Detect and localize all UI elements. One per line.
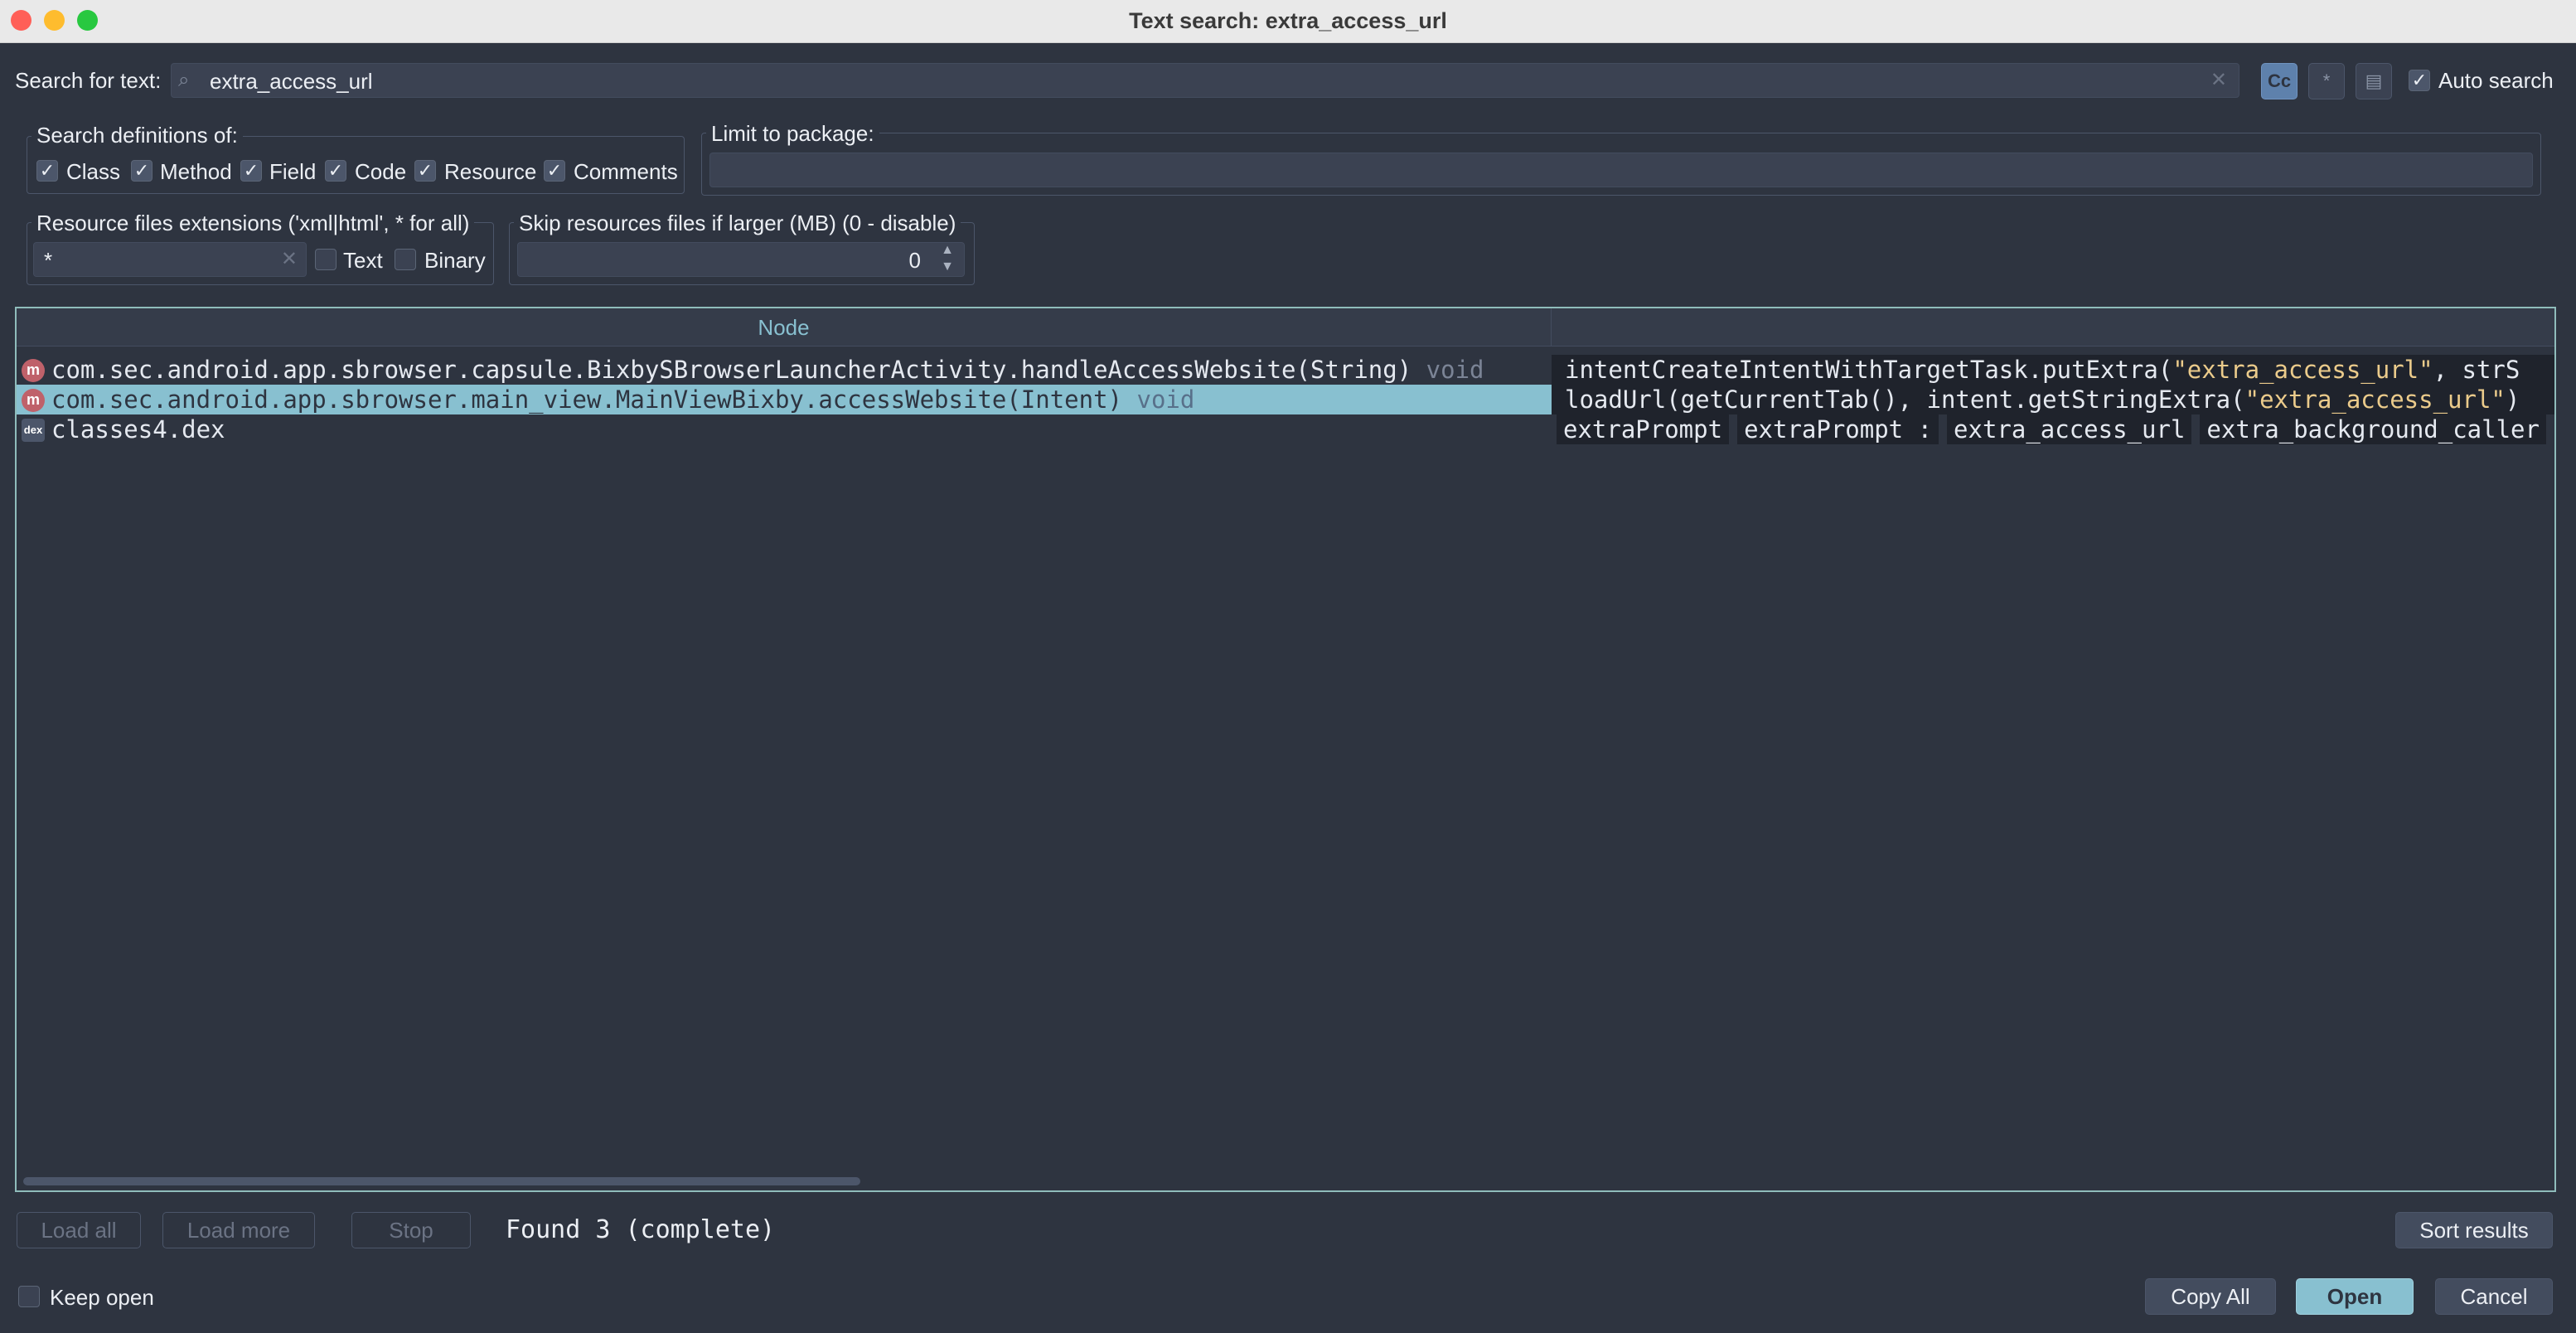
active-tab-icon: ▤: [2365, 70, 2383, 91]
row-node-cell[interactable]: m com.sec.android.app.sbrowser.capsule.B…: [17, 355, 1552, 385]
search-input-value: extra_access_url: [210, 69, 373, 94]
comments-label: Comments: [574, 159, 678, 184]
horizontal-scrollbar[interactable]: [23, 1177, 860, 1185]
status-text: Found 3 (complete): [506, 1215, 776, 1244]
skip-size-value: 0: [908, 248, 921, 273]
row-node-cell[interactable]: m com.sec.android.app.sbrowser.main_view…: [17, 385, 1552, 414]
auto-search-checkbox[interactable]: ✓: [2409, 70, 2430, 91]
row-node-text: com.sec.android.app.sbrowser.main_view.M…: [51, 385, 1195, 414]
match-highlight: "extra_access_url": [2244, 385, 2506, 414]
comments-checkbox[interactable]: ✓: [544, 160, 565, 182]
active-tab-button[interactable]: ▤: [2356, 63, 2392, 99]
clear-icon[interactable]: ✕: [281, 247, 298, 271]
method-checkbox[interactable]: ✓: [131, 160, 153, 182]
match-highlight: "extra_access_url": [2172, 356, 2433, 384]
table-row[interactable]: dex classes4.dex extraPrompt extraPrompt …: [17, 414, 2554, 444]
spinner-down-icon[interactable]: ▼: [941, 259, 954, 274]
row-code-cell: loadUrl(getCurrentTab(), intent.getStrin…: [1552, 385, 2554, 414]
spinner-up-icon[interactable]: ▲: [941, 243, 954, 258]
code-chip: extraPrompt :: [1737, 414, 1939, 444]
open-button[interactable]: Open: [2296, 1278, 2414, 1315]
row-node-cell[interactable]: dex classes4.dex: [17, 414, 1552, 444]
regex-icon: *: [2322, 70, 2331, 91]
window-title: Text search: extra_access_url: [1129, 8, 1447, 33]
code-chip: extraPrompt: [1557, 414, 1730, 444]
search-definitions-legend: Search definitions of:: [31, 123, 243, 148]
row-code-cell: extraPrompt extraPrompt : extra_access_url…: [1552, 414, 2554, 444]
limit-package-legend: Limit to package:: [706, 121, 879, 147]
title-bar: Text search: extra_access_url: [0, 0, 2576, 43]
code-checkbox[interactable]: ✓: [325, 160, 346, 182]
regex-button[interactable]: *: [2308, 63, 2345, 99]
return-type: void: [1426, 356, 1484, 384]
results-table: Node m com.sec.android.app.sbrowser.caps…: [15, 307, 2556, 1192]
keep-open-checkbox[interactable]: [18, 1286, 40, 1307]
skip-size-spinner[interactable]: 0 ▲ ▼: [517, 242, 965, 277]
code-chip: extra_access_url: [1947, 414, 2192, 444]
field-label: Field: [269, 159, 317, 184]
auto-search-label: Auto search: [2438, 68, 2554, 93]
package-input[interactable]: [709, 153, 2533, 187]
magnifier-icon: ⌕: [178, 69, 190, 91]
class-checkbox[interactable]: ✓: [36, 160, 58, 182]
case-sensitive-button[interactable]: Cc: [2261, 63, 2298, 99]
load-all-button[interactable]: Load all: [17, 1212, 141, 1248]
sort-results-button[interactable]: Sort results: [2395, 1212, 2553, 1248]
method-label: Method: [160, 159, 232, 184]
method-icon: m: [22, 359, 45, 382]
search-label: Search for text:: [15, 68, 162, 93]
row-node-text: classes4.dex: [51, 415, 225, 444]
keep-open-label: Keep open: [50, 1285, 154, 1310]
copy-all-button[interactable]: Copy All: [2145, 1278, 2276, 1315]
resource-checkbox[interactable]: ✓: [414, 160, 436, 182]
resource-ext-value: *: [44, 248, 53, 273]
load-more-button[interactable]: Load more: [162, 1212, 315, 1248]
skip-resources-legend: Skip resources files if larger (MB) (0 -…: [514, 211, 961, 236]
table-row[interactable]: m com.sec.android.app.sbrowser.capsule.B…: [17, 355, 2554, 385]
resource-ext-legend: Resource files extensions ('xml|html', *…: [31, 211, 475, 236]
return-type: void: [1136, 385, 1195, 414]
code-chip: extra_background_caller: [2200, 414, 2546, 444]
stop-button[interactable]: Stop: [351, 1212, 471, 1248]
class-label: Class: [66, 159, 121, 184]
dex-file-icon: dex: [22, 419, 45, 442]
case-sensitive-icon: Cc: [2267, 70, 2292, 91]
text-label: Text: [343, 248, 383, 273]
node-column-header[interactable]: Node: [17, 308, 1552, 347]
code-label: Code: [355, 159, 407, 184]
clear-icon[interactable]: ✕: [2210, 68, 2227, 92]
search-input[interactable]: ⌕ extra_access_url ✕: [171, 63, 2239, 98]
method-icon: m: [22, 389, 45, 412]
resource-label: Resource: [444, 159, 537, 184]
row-node-text: com.sec.android.app.sbrowser.capsule.Bix…: [51, 356, 1484, 384]
results-header: Node: [17, 308, 2554, 347]
row-code-cell: intentCreateIntentWithTargetTask.putExtr…: [1552, 355, 2554, 385]
text-checkbox[interactable]: [315, 249, 337, 270]
resource-ext-input[interactable]: * ✕: [33, 242, 307, 277]
binary-label: Binary: [424, 248, 486, 273]
table-row-selected[interactable]: m com.sec.android.app.sbrowser.main_view…: [17, 385, 2554, 414]
cancel-button[interactable]: Cancel: [2435, 1278, 2553, 1315]
field-checkbox[interactable]: ✓: [240, 160, 262, 182]
binary-checkbox[interactable]: [395, 249, 416, 270]
